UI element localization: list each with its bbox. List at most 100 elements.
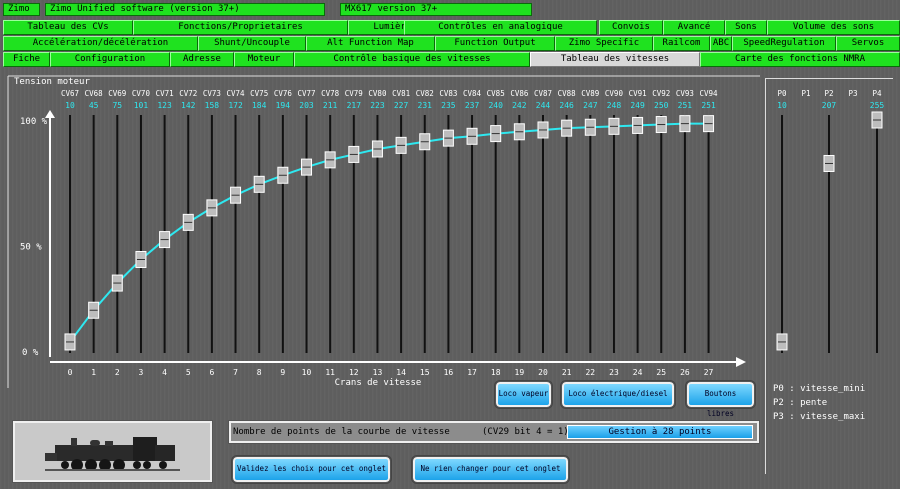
cv-label-3: CV70	[132, 89, 151, 98]
tab-row-2: Accélération/décélération Shunt/Uncouple A…	[0, 36, 900, 51]
tab-tableau-des-cvs[interactable]: Tableau des CVs	[3, 20, 133, 35]
cv-value-11: 211	[323, 101, 338, 110]
x-tick-12: 12	[349, 368, 359, 377]
legend-p2: P2 : pente	[773, 398, 828, 408]
legend-p3: P3 : vitesse_maxi	[773, 412, 866, 422]
cv-label-18: CV85	[487, 89, 505, 98]
cv-label-19: CV86	[510, 89, 529, 98]
x-tick-25: 25	[656, 368, 666, 377]
cv-label-12: CV79	[345, 89, 363, 98]
cv-value-3: 101	[134, 101, 149, 110]
cv-label-20: CV87	[534, 89, 552, 98]
cv-value-17: 237	[465, 101, 480, 110]
y-axis-label: Tension moteur	[14, 77, 90, 87]
cv-label-17: CV84	[463, 89, 482, 98]
x-tick-20: 20	[538, 368, 548, 377]
tab-row-3: Fiche Configuration Adresse Moteur Contrôle …	[0, 52, 900, 67]
x-tick-3: 3	[139, 368, 144, 377]
tab-configuration[interactable]: Configuration	[50, 52, 170, 67]
x-tick-6: 6	[209, 368, 214, 377]
tab-railcom[interactable]: Railcom	[653, 36, 710, 51]
cv-label-21: CV88	[558, 89, 577, 98]
y-tick-100: 100 %	[20, 117, 48, 127]
x-tick-19: 19	[515, 368, 525, 377]
cv-label-2: CV69	[108, 89, 126, 98]
tab-volume-des-sons[interactable]: Volume des sons	[767, 20, 900, 35]
tab-contr-les-en-analogique[interactable]: Contrôles en analogique	[404, 20, 597, 35]
cv-value-23: 248	[607, 101, 622, 110]
x-tick-7: 7	[233, 368, 238, 377]
x-tick-15: 15	[420, 368, 430, 377]
x-tick-0: 0	[68, 368, 73, 377]
y-axis-arrow	[45, 110, 55, 118]
tab-adresse[interactable]: Adresse	[170, 52, 234, 67]
x-tick-11: 11	[325, 368, 335, 377]
validate-button[interactable]: Validez les choix pour cet onglet	[232, 456, 391, 483]
tab-sons[interactable]: Sons	[725, 20, 767, 35]
cv-label-11: CV78	[321, 89, 340, 98]
tab-alt-function-map[interactable]: Alt Function Map	[306, 36, 435, 51]
cv-value-27: 251	[701, 101, 716, 110]
tab-servos[interactable]: Servos	[836, 36, 900, 51]
cv-value-15: 231	[418, 101, 433, 110]
x-tick-14: 14	[396, 368, 406, 377]
decoder-version: MX617 version 37+	[340, 3, 532, 16]
cv-label-22: CV89	[581, 89, 599, 98]
locomotive-image	[12, 420, 213, 483]
x-tick-18: 18	[491, 368, 501, 377]
x-tick-21: 21	[562, 368, 572, 377]
cv-label-27: CV94	[700, 89, 719, 98]
cv-value-10: 203	[299, 101, 314, 110]
cv-value-26: 251	[678, 101, 693, 110]
cv-value-2: 75	[112, 101, 122, 110]
software-version: Zimo Unified software (version 37+)	[45, 3, 325, 16]
tab-tableau-des-vitesses[interactable]: Tableau des vitesses	[530, 52, 700, 67]
cv-label-24: CV91	[629, 89, 647, 98]
x-axis-arrow	[736, 357, 746, 367]
cv-value-4: 123	[157, 101, 172, 110]
tab-speedregulation[interactable]: SpeedRegulation	[732, 36, 836, 51]
x-tick-8: 8	[257, 368, 262, 377]
cv-value-18: 240	[488, 101, 503, 110]
tab-fonctions-proprietaires[interactable]: Fonctions/Proprietaires	[133, 20, 348, 35]
steam-loco-button[interactable]: Loco vapeur	[495, 381, 552, 408]
x-tick-2: 2	[115, 368, 120, 377]
x-tick-23: 23	[609, 368, 619, 377]
cv-value-7: 172	[228, 101, 243, 110]
cv-value-21: 246	[559, 101, 574, 110]
curve-points-note: (CV29 bit 4 = 1)	[482, 427, 569, 437]
legend-p0: P0 : vitesse_mini	[773, 384, 866, 394]
electric-loco-button[interactable]: Loco électrique/diesel	[561, 381, 675, 408]
tab-zimo-specific[interactable]: Zimo Specific	[555, 36, 653, 51]
cv-value-12: 217	[347, 101, 362, 110]
cv-value-9: 194	[276, 101, 291, 110]
tab-acc-l-ration-d-c-l-ration[interactable]: Accélération/décélération	[3, 36, 198, 51]
tab-avanc[interactable]: Avancé	[663, 20, 725, 35]
cv-value-22: 247	[583, 101, 598, 110]
cv-value-13: 223	[370, 101, 385, 110]
cancel-button[interactable]: Ne rien changer pour cet onglet	[412, 456, 569, 483]
cv-label-6: CV73	[203, 89, 221, 98]
tab-shunt-uncouple[interactable]: Shunt/Uncouple	[198, 36, 306, 51]
x-tick-22: 22	[585, 368, 595, 377]
curve-points-select[interactable]: Gestion à 28 points	[567, 425, 753, 439]
x-tick-10: 10	[302, 368, 312, 377]
cv-value-5: 142	[181, 101, 196, 110]
cv-value-16: 235	[441, 101, 456, 110]
tab-abc[interactable]: ABC	[710, 36, 732, 51]
cv-label-0: CV67	[61, 89, 79, 98]
cv-value-1: 45	[89, 101, 99, 110]
tab-convois[interactable]: Convois	[599, 20, 663, 35]
tab-fiche[interactable]: Fiche	[3, 52, 50, 67]
cv-value-20: 244	[536, 101, 551, 110]
x-tick-24: 24	[633, 368, 643, 377]
cv-label-25: CV92	[652, 89, 670, 98]
tab-function-output[interactable]: Function Output	[435, 36, 555, 51]
y-tick-50: 50 %	[20, 243, 42, 253]
free-buttons-button[interactable]: Boutons libres	[686, 381, 755, 418]
cv-label-7: CV74	[227, 89, 246, 98]
tab-carte-des-fonctions-nmra[interactable]: Carte des fonctions NMRA	[700, 52, 900, 67]
tab-contr-le-basique-des-vitesses[interactable]: Contrôle basique des vitesses	[294, 52, 530, 67]
curve-points-label: Nombre de points de la courbe de vitesse	[233, 427, 450, 437]
tab-moteur[interactable]: Moteur	[234, 52, 294, 67]
